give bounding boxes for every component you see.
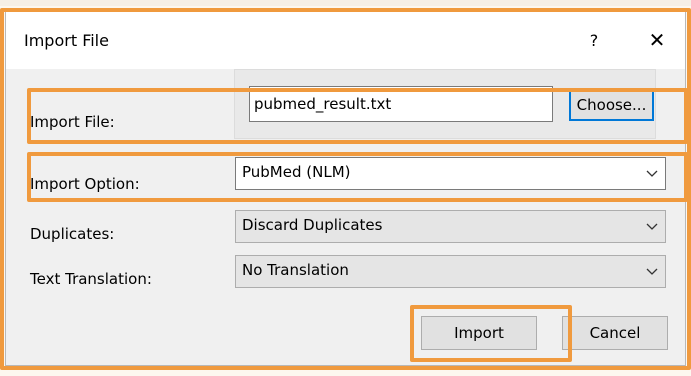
import-file-input[interactable]	[249, 86, 553, 122]
chevron-down-icon	[646, 170, 658, 177]
close-button[interactable]: ✕	[639, 23, 675, 57]
text-translation-value: No Translation	[242, 261, 349, 279]
title-bar: Import File ? ✕	[6, 9, 685, 69]
dialog-title: Import File	[24, 31, 109, 50]
chevron-down-icon	[646, 223, 658, 230]
duplicates-select[interactable]: Discard Duplicates	[235, 210, 666, 243]
text-translation-label: Text Translation:	[30, 270, 152, 288]
chevron-down-icon	[646, 268, 658, 275]
background-strip	[0, 0, 691, 6]
import-file-label: Import File:	[30, 113, 115, 131]
duplicates-label: Duplicates:	[30, 225, 115, 243]
import-option-select[interactable]: PubMed (NLM)	[235, 157, 666, 190]
question-mark-icon: ?	[589, 30, 599, 50]
help-button[interactable]: ?	[576, 23, 612, 57]
text-translation-select[interactable]: No Translation	[235, 255, 666, 288]
close-icon: ✕	[648, 28, 666, 52]
cancel-button[interactable]: Cancel	[562, 316, 668, 350]
import-option-label: Import Option:	[30, 175, 140, 193]
duplicates-value: Discard Duplicates	[242, 216, 383, 234]
import-option-value: PubMed (NLM)	[242, 163, 351, 181]
import-button[interactable]: Import	[421, 316, 537, 350]
choose-button[interactable]: Choose...	[569, 88, 654, 121]
